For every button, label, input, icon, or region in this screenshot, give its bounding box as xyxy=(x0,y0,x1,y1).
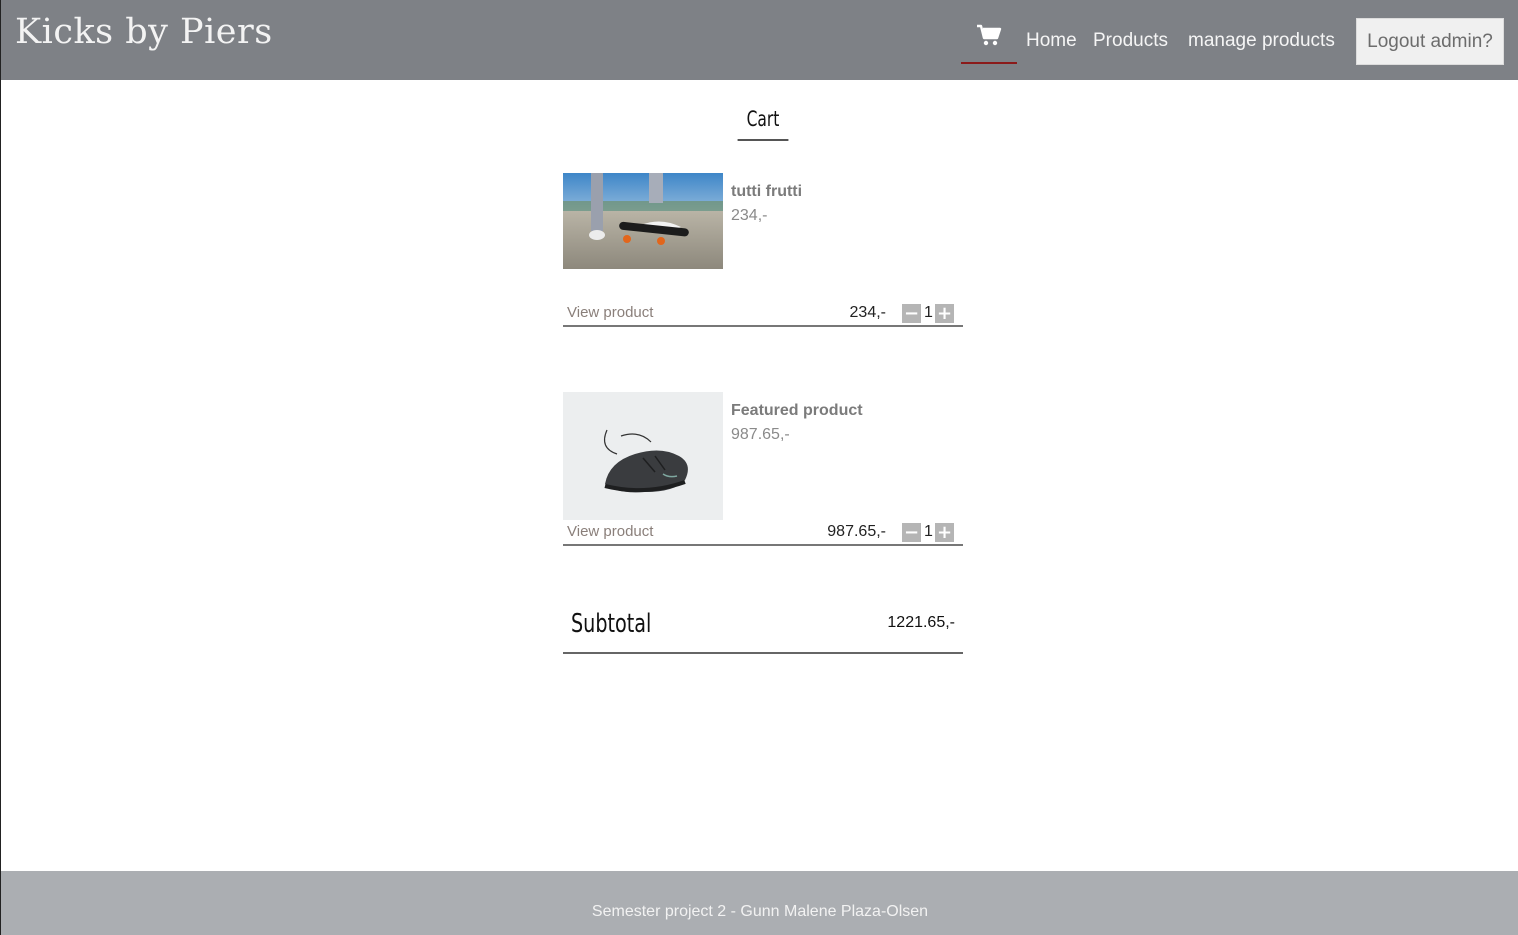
item-price: 987.65,- xyxy=(731,426,790,443)
plus-icon: + xyxy=(936,521,953,543)
footer-text: Semester project 2 - Gunn Malene Plaza-O… xyxy=(591,903,929,920)
subtotal-row: Subtotal 1221.65,- xyxy=(563,605,963,654)
site-footer: Semester project 2 - Gunn Malene Plaza-O… xyxy=(1,871,1518,935)
cart-item: tutti frutti 234,- View product 234,- − … xyxy=(563,173,963,328)
line-price: 987.65,- xyxy=(827,523,886,540)
cart-heading: Cart xyxy=(737,107,789,141)
cart-item: Featured product 987.65,- View product 9… xyxy=(563,392,963,547)
item-row: View product 987.65,- − 1 + xyxy=(563,522,963,546)
increase-quantity-button[interactable]: + xyxy=(935,523,954,542)
item-price: 234,- xyxy=(731,207,768,224)
product-image-skateboard[interactable] xyxy=(563,173,723,269)
item-row: View product 234,- − 1 + xyxy=(563,303,963,327)
item-name[interactable]: tutti frutti xyxy=(731,183,802,201)
nav-cart-link[interactable] xyxy=(961,20,1017,64)
site-header: Kicks by Piers Home Products manage prod… xyxy=(1,0,1518,80)
plus-icon: + xyxy=(936,302,953,324)
view-product-link[interactable]: View product xyxy=(567,304,653,321)
item-name[interactable]: Featured product xyxy=(731,402,863,420)
increase-quantity-button[interactable]: + xyxy=(935,304,954,323)
nav-manage-products-link[interactable]: manage products xyxy=(1188,30,1335,52)
view-product-link[interactable]: View product xyxy=(567,523,653,540)
minus-icon: − xyxy=(903,521,920,543)
subtotal-value: 1221.65,- xyxy=(887,614,955,631)
product-image-sneaker[interactable] xyxy=(563,392,723,520)
minus-icon: − xyxy=(903,302,920,324)
quantity-value: 1 xyxy=(924,304,933,321)
nav-products-link[interactable]: Products xyxy=(1093,30,1168,52)
quantity-value: 1 xyxy=(924,523,933,540)
nav-home-link[interactable]: Home xyxy=(1026,30,1077,52)
line-price: 234,- xyxy=(849,304,886,321)
subtotal-label: Subtotal xyxy=(571,609,652,639)
brand-logo[interactable]: Kicks by Piers xyxy=(15,12,273,52)
decrease-quantity-button[interactable]: − xyxy=(902,523,921,542)
shopping-cart-icon xyxy=(977,24,1002,46)
logout-button[interactable]: Logout admin? xyxy=(1356,18,1504,65)
decrease-quantity-button[interactable]: − xyxy=(902,304,921,323)
